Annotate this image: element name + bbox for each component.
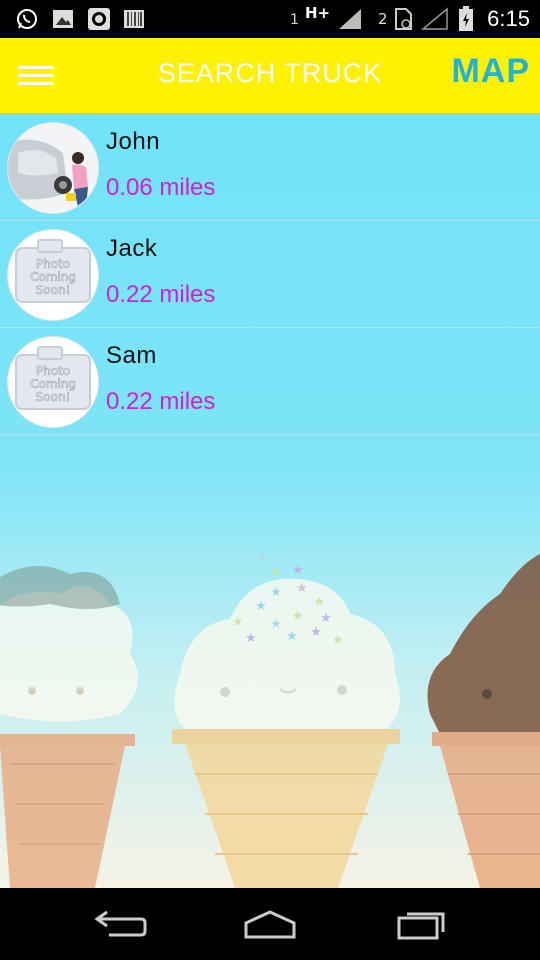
svg-text:★: ★ xyxy=(256,551,268,566)
truck-distance: 0.06 miles xyxy=(106,174,216,201)
barcode-icon xyxy=(121,6,147,32)
whatsapp-icon xyxy=(14,6,40,32)
svg-text:★: ★ xyxy=(270,565,282,580)
car-wash-photo-icon xyxy=(8,123,98,213)
svg-text:Photo: Photo xyxy=(36,364,70,378)
svg-text:★: ★ xyxy=(245,631,257,646)
recent-apps-icon[interactable] xyxy=(392,904,452,944)
svg-text:★: ★ xyxy=(310,625,322,640)
circle-app-icon xyxy=(86,6,112,32)
photo-coming-soon-icon: Photo Coming Soon! xyxy=(8,337,98,427)
app-bar: SEARCH TRUCK MAP xyxy=(0,38,540,114)
home-icon[interactable] xyxy=(240,904,300,944)
svg-text:★: ★ xyxy=(292,563,304,578)
truck-name: John xyxy=(106,128,161,155)
svg-text:Coming: Coming xyxy=(30,270,76,284)
sim2-label: 2 xyxy=(378,10,388,28)
truck-photo: Photo Coming Soon! xyxy=(8,230,98,320)
svg-text:★: ★ xyxy=(232,615,244,630)
truck-photo xyxy=(8,123,98,213)
system-nav-bar xyxy=(0,888,540,960)
clock: 6:15 xyxy=(487,6,530,31)
signal-icon xyxy=(336,6,364,32)
battery-icon xyxy=(456,6,476,32)
svg-text:Coming: Coming xyxy=(30,377,76,391)
svg-text:Soon!: Soon! xyxy=(36,390,71,404)
svg-text:★: ★ xyxy=(292,609,304,624)
status-bar: 1 H+ 2 6:15 xyxy=(0,0,540,38)
truck-list-item[interactable]: Photo Coming Soon! Jack 0.22 miles xyxy=(0,221,540,328)
back-icon[interactable] xyxy=(90,904,150,944)
image-icon xyxy=(50,6,76,32)
truck-distance: 0.22 miles xyxy=(106,281,216,308)
sim-icon xyxy=(390,6,416,32)
truck-photo: Photo Coming Soon! xyxy=(8,337,98,427)
network-type: H+ xyxy=(305,4,331,22)
svg-text:★: ★ xyxy=(270,617,282,632)
truck-list-item[interactable]: John 0.06 miles xyxy=(0,114,540,221)
truck-list-screen: ★ ★ ★ ★ ★ ★ ★ ★ ★ ★ ★ ★ ★ ★ ★ John 0.06 … xyxy=(0,114,540,888)
svg-text:Photo: Photo xyxy=(36,257,70,271)
svg-text:★: ★ xyxy=(313,595,325,610)
truck-name: Sam xyxy=(106,342,157,369)
svg-text:Soon!: Soon! xyxy=(36,283,71,297)
truck-name: Jack xyxy=(106,235,158,262)
truck-list-item[interactable]: Photo Coming Soon! Sam 0.22 miles xyxy=(0,328,540,435)
photo-coming-soon-icon: Photo Coming Soon! xyxy=(8,230,98,320)
svg-text:★: ★ xyxy=(255,599,267,614)
truck-distance: 0.22 miles xyxy=(106,388,216,415)
sim1-label: 1 xyxy=(290,12,299,28)
svg-text:★: ★ xyxy=(286,629,298,644)
signal-icon xyxy=(420,6,450,32)
svg-text:★: ★ xyxy=(296,581,308,596)
svg-text:★: ★ xyxy=(332,633,344,648)
svg-text:★: ★ xyxy=(320,611,332,626)
svg-text:★: ★ xyxy=(270,585,282,600)
map-button[interactable]: MAP xyxy=(451,52,530,91)
truck-list: John 0.06 miles Photo Coming Soon! Jack … xyxy=(0,114,540,435)
